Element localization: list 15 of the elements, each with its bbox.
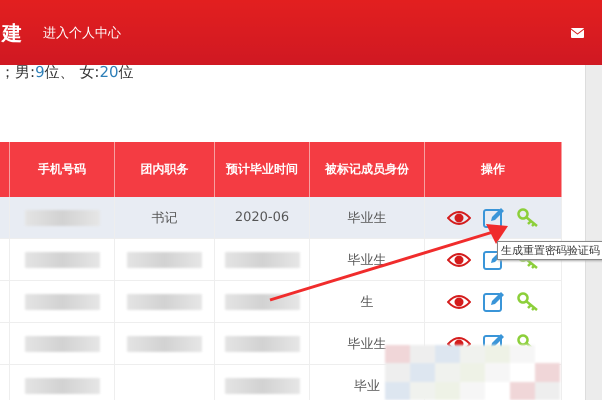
- column-header: 操作: [425, 142, 562, 197]
- table-cell-text: 生: [360, 294, 374, 310]
- table-cell: 2020-06: [234, 210, 290, 225]
- table-cell-text: 毕业生: [348, 336, 386, 352]
- table-cell-text: 毕业生: [348, 210, 386, 226]
- column-header: 被标记成员身份: [310, 142, 425, 197]
- column-header: 预计毕业时间: [215, 142, 310, 197]
- column-header: 团内职务: [115, 142, 215, 197]
- member-count-summary: ；男:9位、 女:20位: [0, 65, 135, 83]
- table-cell-text: 毕业: [354, 378, 380, 394]
- table-cell-text: 毕业生: [348, 252, 386, 268]
- table-cell-text: 书记: [152, 210, 178, 226]
- tooltip: 生成重置密码验证码: [497, 241, 602, 260]
- column-header: 手机号码: [10, 142, 115, 197]
- app-title: 建: [1, 20, 23, 46]
